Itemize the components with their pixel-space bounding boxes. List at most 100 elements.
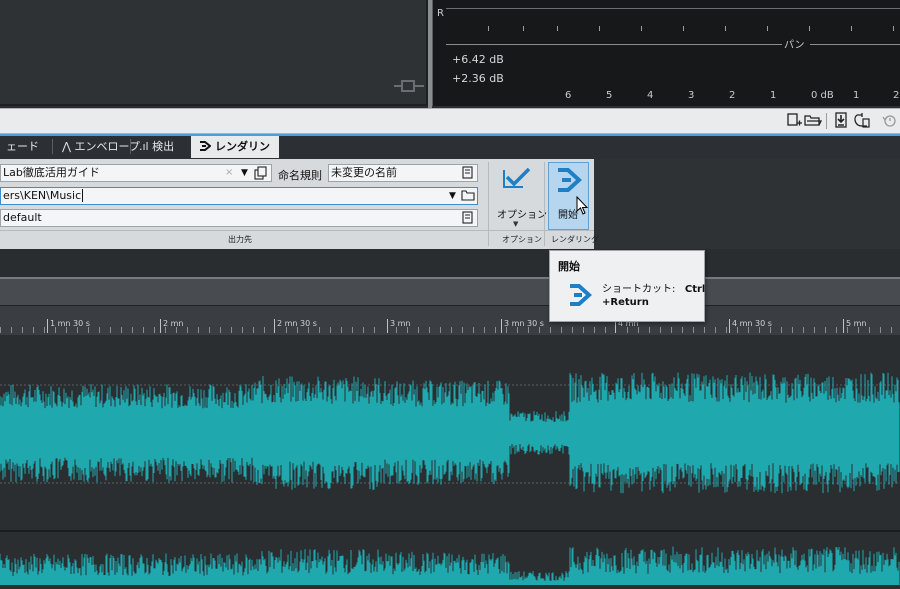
group-divider (488, 230, 544, 231)
ruler-minor-tick (407, 327, 408, 333)
ruler-minor-tick (77, 327, 78, 333)
dropdown-arrow-icon[interactable]: ▼ (241, 165, 248, 181)
meter-tick (851, 26, 852, 31)
ruler-minor-tick (154, 327, 155, 333)
ruler-minor-tick (550, 327, 551, 333)
ruler-minor-tick (209, 327, 210, 333)
ruler-minor-tick (242, 327, 243, 333)
clear-icon[interactable]: × (225, 165, 233, 181)
ruler-minor-tick (495, 327, 496, 333)
output-format-field[interactable]: default (0, 209, 478, 227)
toolbar-separator (826, 113, 827, 129)
ruler-minor-tick (627, 327, 628, 333)
ruler-minor-tick (264, 327, 265, 333)
pan-line (446, 44, 782, 45)
tab-fade[interactable]: ェード (0, 136, 45, 158)
ruler-minor-tick (759, 327, 760, 333)
undo-icon[interactable] (853, 112, 871, 129)
ruler-minor-tick (561, 327, 562, 333)
ruler-time-label: 3 mn 30 s (504, 319, 544, 328)
ruler-minor-tick (781, 327, 782, 333)
channel-label: R (437, 8, 444, 19)
left-channel-waveform (0, 372, 900, 494)
history-icon[interactable] (880, 112, 898, 129)
output-name-field[interactable]: Lab徹底活用ガイド × ▼ (0, 164, 272, 182)
ruler-minor-tick (187, 327, 188, 333)
render-group-label: レンダリング (551, 235, 599, 244)
copy-name-icon[interactable] (253, 166, 269, 180)
scale-label: 4 (647, 90, 654, 101)
open-folder-icon[interactable] (804, 112, 823, 129)
top-left-panel (0, 0, 428, 106)
ruler-minor-tick (583, 327, 584, 333)
ruler-minor-tick (506, 327, 507, 333)
meter-tick (683, 26, 684, 31)
separator-band (0, 249, 900, 277)
options-group-label: オプション (502, 235, 542, 244)
ruler-minor-tick (594, 327, 595, 333)
scale-label: 0 dB (811, 90, 834, 101)
group-divider (0, 230, 488, 231)
ruler-minor-tick (704, 327, 705, 333)
shortcut-label: ショートカット: (602, 284, 676, 295)
ruler-major-tick (47, 319, 48, 333)
ruler-minor-tick (297, 327, 298, 333)
tooltip-render-icon (566, 284, 592, 306)
ruler-minor-tick (418, 327, 419, 333)
tab-detect[interactable]: .ıl 検出 (133, 136, 180, 158)
tooltip-title: 開始 (558, 260, 580, 273)
ruler-minor-tick (891, 327, 892, 333)
ruler-minor-tick (352, 327, 353, 333)
rms-db-value: +2.36 dB (452, 72, 504, 85)
output-path-field[interactable]: ers\KEN\Music ▼ (0, 187, 478, 205)
mouse-cursor-icon (576, 195, 590, 220)
ruler-minor-tick (44, 327, 45, 333)
ruler-minor-tick (429, 327, 430, 333)
scale-label: 5 (606, 90, 613, 101)
ruler-major-tick (843, 319, 844, 333)
ruler-minor-tick (462, 327, 463, 333)
format-menu-icon[interactable] (460, 211, 476, 225)
ruler-major-tick (729, 319, 730, 333)
options-check-icon (503, 167, 531, 191)
ruler-time-label: 2 mn (163, 319, 184, 328)
ruler-minor-tick (649, 327, 650, 333)
new-file-icon[interactable] (785, 112, 803, 129)
save-icon[interactable] (832, 112, 850, 129)
ruler-minor-tick (539, 327, 540, 333)
ruler-minor-tick (825, 327, 826, 333)
ruler-minor-tick (726, 327, 727, 333)
meter-tick (809, 26, 810, 31)
group-separator (488, 162, 489, 246)
render-tab-icon (200, 141, 212, 151)
ruler-major-tick (160, 319, 161, 333)
render-start-icon (554, 168, 582, 192)
path-dropdown-icon[interactable]: ▼ (449, 188, 456, 204)
ruler-minor-tick (605, 327, 606, 333)
start-render-label: 開始 (558, 210, 578, 221)
naming-rule-field[interactable]: 未変更の名前 (328, 164, 478, 182)
ruler-minor-tick (110, 327, 111, 333)
ruler-minor-tick (715, 327, 716, 333)
ruler-minor-tick (319, 327, 320, 333)
tab-rendering[interactable]: レンダリング (191, 136, 279, 175)
scale-label: 2 (893, 90, 900, 101)
ruler-minor-tick (671, 327, 672, 333)
shortcut-key-2: +Return (602, 297, 649, 308)
scroll-handle-icon[interactable] (394, 79, 424, 93)
waveform-view[interactable] (0, 335, 900, 585)
ruler-minor-tick (396, 327, 397, 333)
tooltip-shortcut-text: ショートカット: Ctrl +Return (602, 283, 705, 309)
ruler-minor-tick (330, 327, 331, 333)
ruler-minor-tick (231, 327, 232, 333)
naming-rule-menu-icon[interactable] (460, 166, 476, 180)
options-dropdown-icon: ▼ (513, 220, 519, 228)
ruler-minor-tick (814, 327, 815, 333)
browse-folder-icon[interactable] (460, 189, 476, 203)
naming-rule-value: 未変更の名前 (331, 166, 397, 179)
meter-line (446, 8, 900, 9)
ruler-minor-tick (748, 327, 749, 333)
ruler-minor-tick (693, 327, 694, 333)
ruler-minor-tick (176, 327, 177, 333)
group-divider (544, 230, 594, 231)
